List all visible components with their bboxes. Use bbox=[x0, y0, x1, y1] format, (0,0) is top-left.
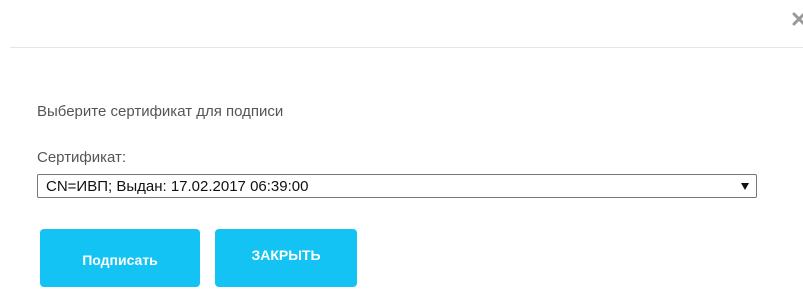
dropdown-arrow-icon bbox=[741, 183, 749, 190]
close-dialog-button[interactable] bbox=[790, 10, 803, 28]
close-icon bbox=[792, 12, 803, 26]
header-divider bbox=[10, 47, 803, 48]
sign-button[interactable]: Подписать bbox=[40, 229, 200, 287]
certificate-select[interactable]: CN=ИВП; Выдан: 17.02.2017 06:39:00 bbox=[37, 174, 757, 198]
close-button[interactable]: ЗАКРЫТЬ bbox=[215, 229, 357, 287]
dialog-prompt: Выберите сертификат для подписи bbox=[37, 103, 284, 120]
sign-certificate-dialog: Выберите сертификат для подписи Сертифик… bbox=[0, 0, 803, 289]
certificate-label: Сертификат: bbox=[37, 149, 127, 166]
sign-button-label: Подписать bbox=[82, 252, 158, 268]
certificate-select-value: CN=ИВП; Выдан: 17.02.2017 06:39:00 bbox=[46, 178, 309, 195]
close-button-label: ЗАКРЫТЬ bbox=[251, 247, 321, 263]
